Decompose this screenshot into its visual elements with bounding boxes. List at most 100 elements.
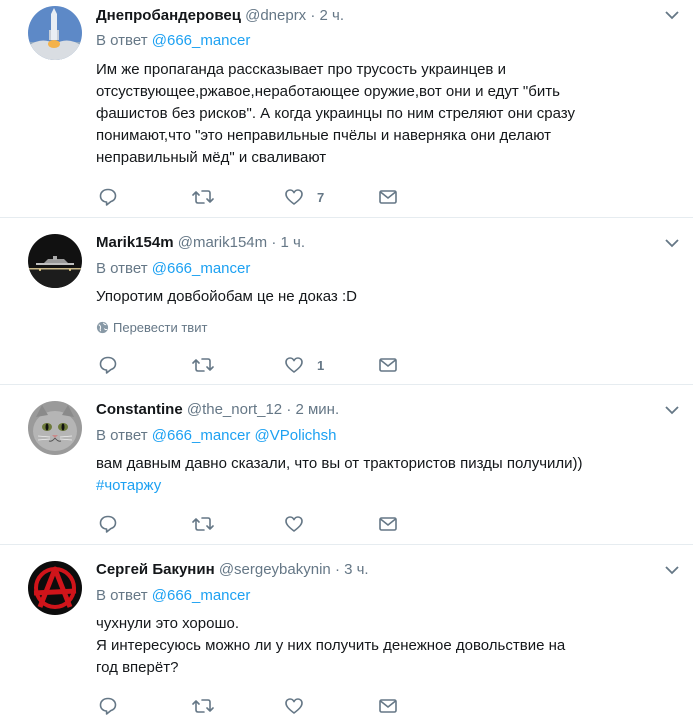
chevron-down-icon[interactable] bbox=[665, 10, 679, 20]
tweet[interactable]: Marik154m @marik154m · 1 ч. В ответ @666… bbox=[0, 218, 693, 385]
timestamp[interactable]: 1 ч. bbox=[281, 234, 306, 251]
tweet[interactable]: Днепробандеровец @dneprx · 2 ч. В ответ … bbox=[0, 0, 693, 218]
tweet-header: Днепробандеровец @dneprx · 2 ч. bbox=[96, 7, 344, 24]
separator-dot: · bbox=[310, 7, 316, 24]
reply-prefix: В ответ bbox=[96, 260, 148, 277]
tweet-text: чухнули это хорошо. Я интересуюсь можно … bbox=[96, 613, 656, 679]
reply-mention-link[interactable]: @666_mancer bbox=[152, 427, 251, 444]
tweet-text-line: отсуствующее,ржавое,неработающее оружие,… bbox=[96, 83, 560, 100]
tweet-header: Marik154m @marik154m · 1 ч. bbox=[96, 234, 305, 251]
username[interactable]: @marik154m bbox=[178, 234, 267, 251]
retweet-button[interactable] bbox=[192, 186, 214, 208]
direct-message-button[interactable] bbox=[378, 354, 398, 376]
chevron-down-icon[interactable] bbox=[665, 405, 679, 415]
reply-button[interactable] bbox=[98, 695, 118, 717]
retweet-icon bbox=[192, 358, 214, 372]
envelope-icon bbox=[379, 190, 397, 204]
tweet-text: Им же пропаганда рассказывает про трусос… bbox=[96, 59, 656, 169]
username[interactable]: @sergeybakynin bbox=[219, 561, 331, 578]
tweet-actions bbox=[96, 513, 416, 535]
tweet-text-line: вам давным давно сказали, что вы от трак… bbox=[96, 455, 583, 472]
tweet-text-line: Им же пропаганда рассказывает про трусос… bbox=[96, 61, 506, 78]
username[interactable]: @the_nort_12 bbox=[187, 401, 282, 418]
retweet-button[interactable] bbox=[192, 695, 214, 717]
reply-button[interactable] bbox=[98, 513, 118, 535]
reply-context: В ответ @666_mancer bbox=[96, 260, 250, 277]
reply-context: В ответ @666_mancer bbox=[96, 32, 250, 49]
reply-button[interactable] bbox=[98, 354, 118, 376]
reply-icon bbox=[99, 515, 117, 533]
avatar[interactable] bbox=[28, 561, 82, 615]
reply-mention-link[interactable]: @666_mancer bbox=[152, 260, 251, 277]
reply-prefix: В ответ bbox=[96, 32, 148, 49]
tweet-header: Constantine @the_nort_12 · 2 мин. bbox=[96, 401, 339, 418]
translate-tweet-link[interactable]: Перевести твит bbox=[96, 320, 207, 335]
tweet-text-line: чухнули это хорошо. bbox=[96, 615, 240, 632]
chevron-down-icon[interactable] bbox=[665, 238, 679, 248]
separator-dot: · bbox=[334, 561, 340, 578]
direct-message-button[interactable] bbox=[378, 513, 398, 535]
reply-icon bbox=[99, 356, 117, 374]
tweet-header: Сергей Бакунин @sergeybakynin · 3 ч. bbox=[96, 561, 369, 578]
tweet-text-line: понимают,что "это неправильные пчёлы и н… bbox=[96, 127, 551, 144]
separator-dot: · bbox=[286, 401, 292, 418]
heart-icon bbox=[285, 698, 303, 714]
chevron-down-icon[interactable] bbox=[665, 565, 679, 575]
like-count: 1 bbox=[317, 357, 325, 373]
display-name[interactable]: Сергей Бакунин bbox=[96, 561, 215, 578]
envelope-icon bbox=[379, 699, 397, 713]
heart-icon bbox=[285, 516, 303, 532]
direct-message-button[interactable] bbox=[378, 695, 398, 717]
display-name[interactable]: Днепробандеровец bbox=[96, 7, 241, 24]
tweet-actions bbox=[96, 695, 416, 717]
envelope-icon bbox=[379, 358, 397, 372]
tweet[interactable]: Сергей Бакунин @sergeybakynin · 3 ч. В о… bbox=[0, 545, 693, 717]
reply-icon bbox=[99, 188, 117, 206]
retweet-button[interactable] bbox=[192, 354, 214, 376]
like-button[interactable]: 7 bbox=[284, 186, 324, 208]
reply-context: В ответ @666_mancer @VPolichsh bbox=[96, 427, 336, 444]
tweet-text: Упоротим довбойобам це не доказ :D bbox=[96, 286, 656, 308]
rocket-launch-image bbox=[28, 6, 82, 60]
timestamp[interactable]: 2 мин. bbox=[295, 401, 339, 418]
heart-icon bbox=[285, 189, 303, 205]
hashtag-link[interactable]: #чотаржу bbox=[96, 475, 656, 497]
like-count: 7 bbox=[317, 189, 325, 205]
reply-mention-link[interactable]: @666_mancer bbox=[152, 587, 251, 604]
tweet-text: вам давным давно сказали, что вы от трак… bbox=[96, 453, 656, 497]
timestamp[interactable]: 3 ч. bbox=[344, 561, 369, 578]
tweet-text-line: Я интересуюсь можно ли у них получить де… bbox=[96, 637, 566, 654]
retweet-icon bbox=[192, 517, 214, 531]
avatar[interactable] bbox=[28, 401, 82, 455]
tweet-text-line: фашистов без рисков". А когда украинцы п… bbox=[96, 105, 575, 122]
reply-mention-link[interactable]: @666_mancer bbox=[152, 32, 251, 49]
tweet-text-line: неправильный мёд" и сваливают bbox=[96, 149, 327, 166]
reply-prefix: В ответ bbox=[96, 587, 148, 604]
avatar[interactable] bbox=[28, 6, 82, 60]
reply-button[interactable] bbox=[98, 186, 118, 208]
heart-icon bbox=[285, 357, 303, 373]
display-name[interactable]: Marik154m bbox=[96, 234, 174, 251]
like-button[interactable] bbox=[284, 695, 304, 717]
like-button[interactable]: 1 bbox=[284, 354, 324, 376]
like-button[interactable] bbox=[284, 513, 304, 535]
retweet-icon bbox=[192, 190, 214, 204]
tweet[interactable]: Constantine @the_nort_12 · 2 мин. В отве… bbox=[0, 385, 693, 545]
retweet-button[interactable] bbox=[192, 513, 214, 535]
reply-context: В ответ @666_mancer bbox=[96, 587, 250, 604]
reply-prefix: В ответ bbox=[96, 427, 148, 444]
anarchy-symbol-image bbox=[28, 561, 82, 615]
direct-message-button[interactable] bbox=[378, 186, 398, 208]
globe-icon bbox=[96, 321, 109, 334]
tweet-actions: 7 bbox=[96, 186, 416, 208]
tweet-actions: 1 bbox=[96, 354, 416, 376]
username[interactable]: @dneprx bbox=[245, 7, 306, 24]
reply-mention-link[interactable]: @VPolichsh bbox=[255, 427, 337, 444]
timestamp[interactable]: 2 ч. bbox=[320, 7, 345, 24]
envelope-icon bbox=[379, 517, 397, 531]
avatar[interactable] bbox=[28, 234, 82, 288]
airplane-night-image bbox=[28, 234, 82, 288]
display-name[interactable]: Constantine bbox=[96, 401, 183, 418]
tweet-text-line: Упоротим довбойобам це не доказ :D bbox=[96, 288, 357, 305]
reply-icon bbox=[99, 697, 117, 715]
